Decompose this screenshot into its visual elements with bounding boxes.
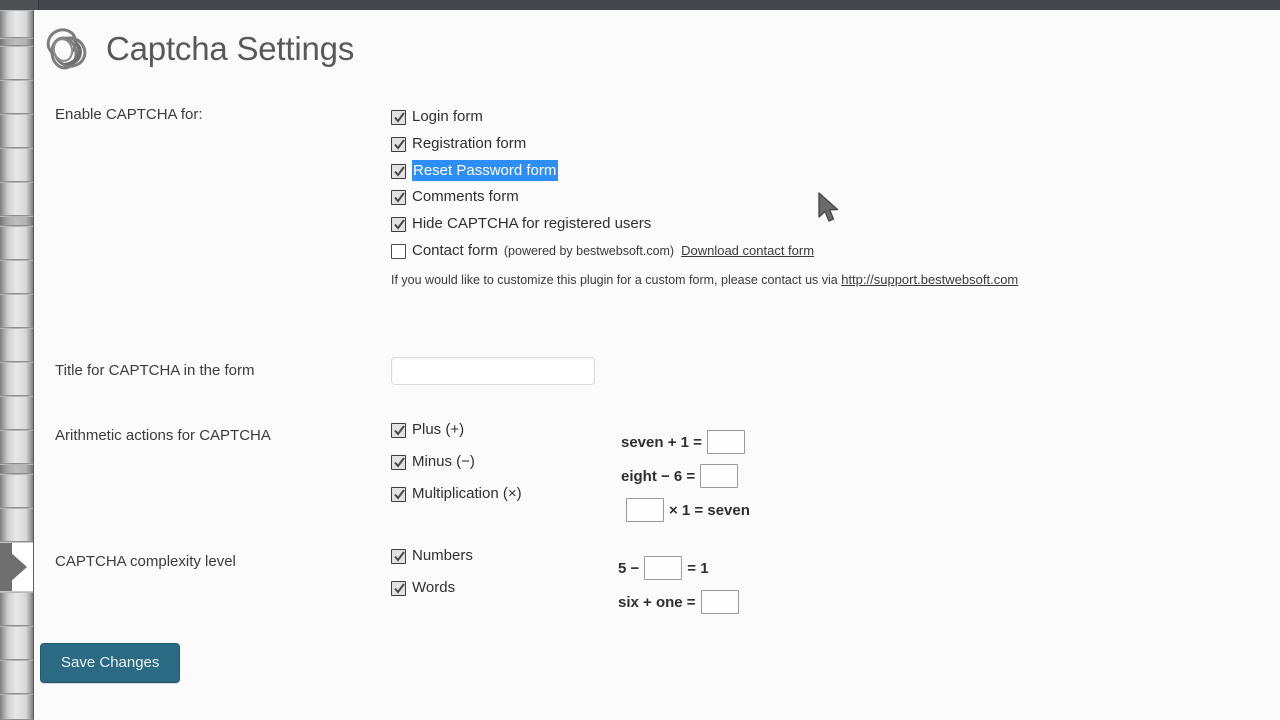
title-for-captcha-input[interactable] [391,357,595,385]
arithmetic-answer-plus-input[interactable] [706,430,745,454]
sidebar-rail-item[interactable] [0,216,33,226]
complexity-preview-numbers-suffix: = 1 [687,559,709,577]
checkbox-plus[interactable] [391,423,406,438]
checkbox-row-contact-form[interactable]: Contact form (powered by bestwebsoft.com… [391,241,1255,261]
complexity-answer-numbers-input[interactable] [644,556,683,580]
arithmetic-preview-column: seven + 1 = eight − 6 = × 1 = seven [621,425,750,527]
complexity-answer-words-input[interactable] [700,590,739,614]
arithmetic-preview-multiplication-text: × 1 = seven [669,501,750,519]
checkbox-label-words: Words [412,579,456,596]
page-title: Captcha Settings [106,30,355,67]
row-fields-title-for-captcha [391,357,1255,385]
sidebar-rail-item[interactable] [0,38,33,46]
row-enable-captcha-for: Enable CAPTCHA for: Login form Registrat… [55,106,1255,287]
checkbox-row-registration-form[interactable]: Registration form [391,134,1255,154]
admin-bar [0,0,1280,10]
checkbox-contact-form[interactable] [391,244,406,259]
checkbox-reset-password-form[interactable] [391,164,406,179]
sidebar-rail-item[interactable] [0,328,33,362]
sidebar-rail-item[interactable] [0,474,33,508]
row-label-title-for-captcha: Title for CAPTCHA in the form [55,362,255,379]
row-fields-complexity-level: Numbers Words [391,546,1255,598]
sidebar-rail-item[interactable] [0,226,33,260]
save-changes-button[interactable]: Save Changes [40,643,181,683]
sidebar-rail-item[interactable] [0,114,33,148]
checkbox-label-multiplication: Multiplication (×) [412,485,522,502]
arithmetic-answer-minus-input[interactable] [700,464,739,488]
checkbox-row-hide-captcha-registered[interactable]: Hide CAPTCHA for registered users [391,214,1255,234]
complexity-preview-words: six + one = [618,585,739,619]
checkbox-label-registration-form: Registration form [412,135,527,152]
checkbox-multiplication[interactable] [391,487,406,502]
checkbox-login-form[interactable] [391,110,406,125]
row-fields-arithmetic-actions: Plus (+) Minus (−) Multiplication (×) [391,420,1255,504]
checkbox-label-numbers: Numbers [412,547,473,564]
arithmetic-preview-plus-text: seven + 1 = [621,433,702,451]
sidebar-rail-item[interactable] [0,260,33,294]
row-label-enable-captcha-for: Enable CAPTCHA for: [55,106,203,123]
download-contact-form-link[interactable]: Download contact form [681,241,814,261]
arithmetic-preview-plus: seven + 1 = [621,425,750,459]
sidebar-rail-item[interactable] [0,396,33,430]
sidebar-rail-item[interactable] [0,46,33,80]
sidebar-rail-item[interactable] [0,626,33,660]
checkbox-label-reset-password-form: Reset Password form [412,160,559,181]
arithmetic-answer-multiplication-input[interactable] [626,498,664,522]
arithmetic-preview-minus: eight − 6 = [621,459,750,493]
settings-page-content: Captcha Settings Enable CAPTCHA for: Log… [35,10,1280,720]
sidebar-rail-item[interactable] [0,592,33,626]
support-site-link[interactable]: http://support.bestwebsoft.com [841,272,1018,287]
captcha-rings-logo-icon [40,23,98,75]
checkbox-label-comments-form: Comments form [412,188,519,205]
checkbox-words[interactable] [391,581,406,596]
sidebar-rail-item[interactable] [0,464,33,474]
sidebar-rail-item[interactable] [0,294,33,328]
sidebar-rail-item[interactable] [0,508,33,542]
checkbox-label-minus: Minus (−) [412,453,475,470]
checkbox-label-contact-form: Contact form [412,242,498,259]
checkbox-label-hide-captcha-registered: Hide CAPTCHA for registered users [412,215,652,232]
admin-bar-left-cell [0,0,39,10]
checkbox-row-reset-password-form[interactable]: Reset Password form [391,160,1255,181]
checkbox-comments-form[interactable] [391,190,406,205]
complexity-preview-numbers-prefix: 5 − [618,559,640,577]
sidebar-rail-item[interactable] [0,182,33,216]
checkbox-registration-form[interactable] [391,137,406,152]
sidebar-rail-item[interactable] [0,430,33,464]
contact-form-powered-by-note: (powered by bestwebsoft.com) [503,244,675,258]
row-fields-enable-captcha-for: Login form Registration form Reset Passw… [391,107,1255,287]
row-label-arithmetic-actions: Arithmetic actions for CAPTCHA [55,427,271,444]
checkbox-row-login-form[interactable]: Login form [391,107,1255,127]
custom-form-help-note: If you would like to customize this plug… [391,272,1255,287]
complexity-preview-numbers: 5 − = 1 [618,551,739,585]
sidebar-rail-item[interactable] [0,148,33,182]
sidebar-rail-item[interactable] [0,362,33,396]
checkbox-row-comments-form[interactable]: Comments form [391,187,1255,207]
flyout-arrow-icon [0,543,27,591]
row-title-for-captcha: Title for CAPTCHA in the form [55,357,1255,385]
complexity-preview-words-prefix: six + one = [618,593,696,611]
checkbox-row-plus[interactable]: Plus (+) [391,420,1255,440]
custom-form-help-note-text: If you would like to customize this plug… [391,273,842,287]
page-heading: Captcha Settings [40,23,354,75]
sidebar-rail-item[interactable] [0,10,33,38]
checkbox-row-words[interactable]: Words [391,578,1255,598]
checkbox-row-minus[interactable]: Minus (−) [391,452,1255,472]
sidebar-rail-item[interactable] [0,694,33,720]
sidebar-rail-item[interactable] [0,660,33,694]
checkbox-label-plus: Plus (+) [412,421,465,438]
checkbox-minus[interactable] [391,455,406,470]
checkbox-row-multiplication[interactable]: Multiplication (×) [391,484,1255,504]
checkbox-label-login-form: Login form [412,108,483,125]
checkbox-numbers[interactable] [391,549,406,564]
row-label-complexity-level: CAPTCHA complexity level [55,553,236,570]
arithmetic-preview-multiplication: × 1 = seven [621,493,750,527]
checkbox-hide-captcha-registered[interactable] [391,217,406,232]
collapsed-sidebar-rail[interactable] [0,10,34,720]
complexity-preview-column: 5 − = 1 six + one = [618,551,739,619]
arithmetic-preview-minus-text: eight − 6 = [621,467,696,485]
checkbox-row-numbers[interactable]: Numbers [391,546,1255,566]
sidebar-rail-item[interactable] [0,80,33,114]
